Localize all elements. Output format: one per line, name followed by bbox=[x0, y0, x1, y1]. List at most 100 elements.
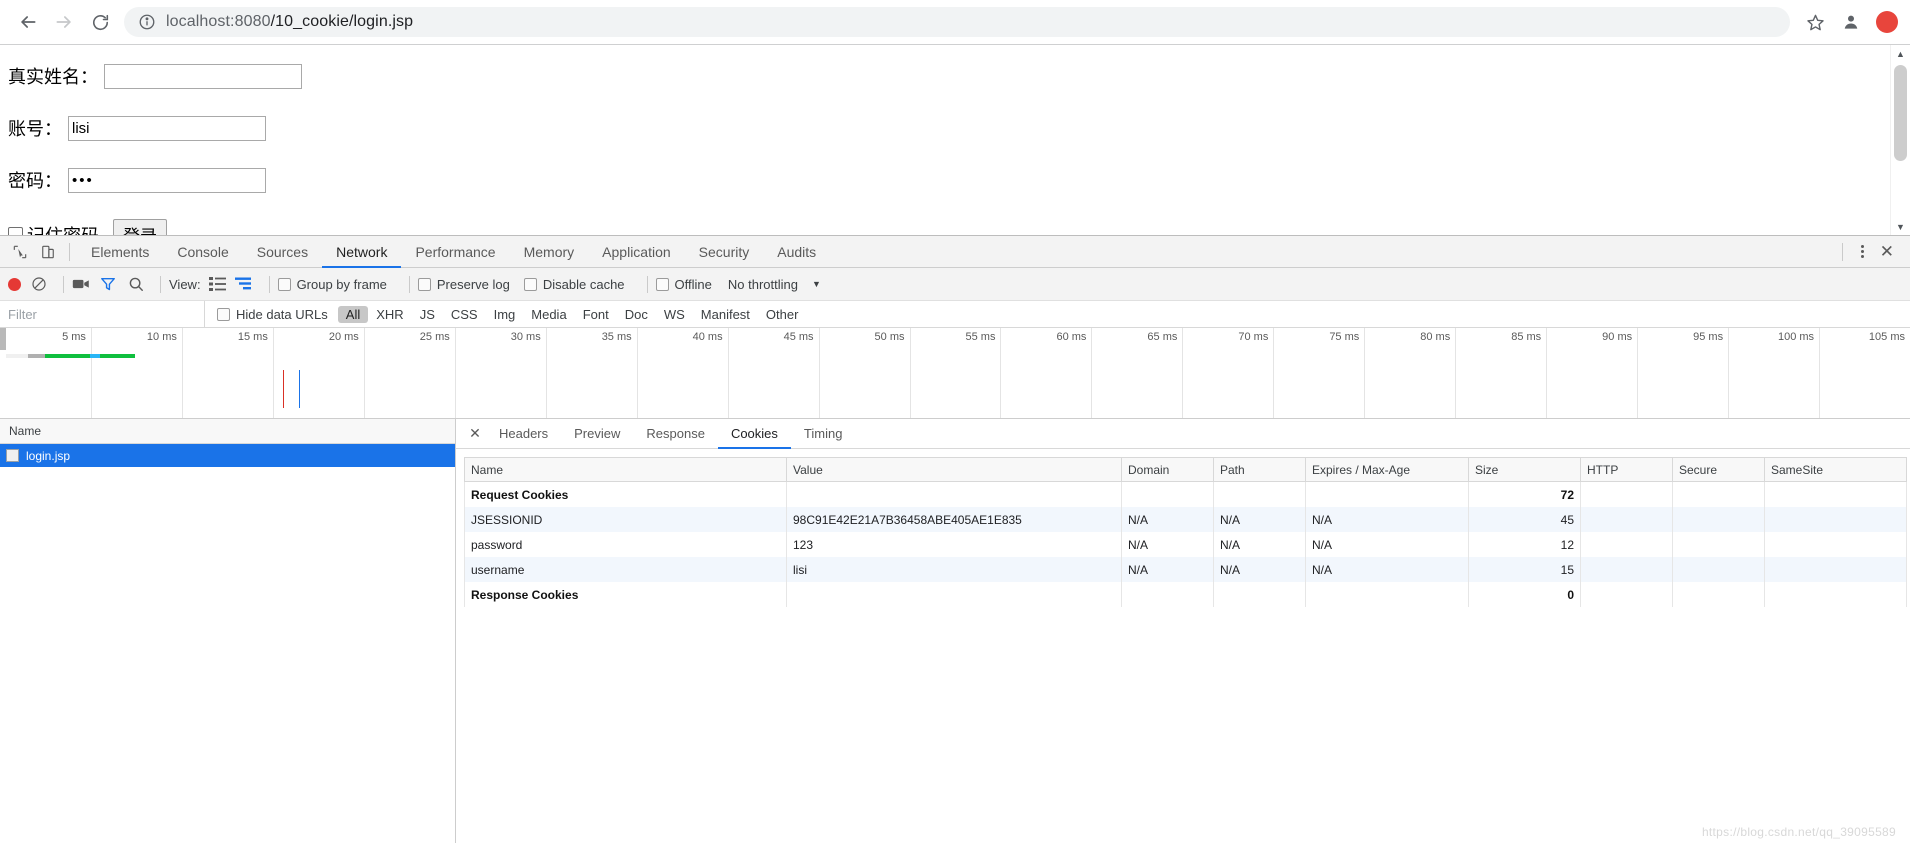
request-row-login-jsp[interactable]: login.jsp bbox=[0, 444, 455, 467]
cookie-table-row[interactable]: JSESSIONID 98C91E42E21A7B36458ABE405AE1E8… bbox=[464, 507, 1907, 532]
tab-elements[interactable]: Elements bbox=[77, 236, 163, 268]
timeline-tick-label: 100 ms bbox=[1777, 331, 1815, 343]
column-header-secure[interactable]: Secure bbox=[1672, 457, 1765, 482]
group-by-frame-checkbox[interactable] bbox=[277, 277, 291, 291]
tab-sources[interactable]: Sources bbox=[243, 236, 322, 268]
cookie-cell-name: Response Cookies bbox=[464, 582, 787, 607]
waterfall-view-icon[interactable] bbox=[234, 276, 253, 292]
type-filter-other[interactable]: Other bbox=[758, 306, 807, 323]
hide-data-urls-option[interactable]: Hide data URLs bbox=[217, 307, 328, 322]
detail-tab-timing[interactable]: Timing bbox=[791, 419, 856, 449]
extension-badge-icon[interactable] bbox=[1876, 11, 1898, 33]
disable-cache-option[interactable]: Disable cache bbox=[523, 277, 625, 292]
column-header-http[interactable]: HTTP bbox=[1580, 457, 1673, 482]
disable-cache-checkbox[interactable] bbox=[523, 277, 537, 291]
detail-tab-response[interactable]: Response bbox=[633, 419, 718, 449]
type-filter-all[interactable]: All bbox=[337, 305, 369, 323]
type-filter-manifest[interactable]: Manifest bbox=[693, 306, 758, 323]
cookies-table: Name Value Domain Path Expires / Max-Age… bbox=[464, 457, 1907, 607]
scrollbar-thumb[interactable] bbox=[1894, 65, 1907, 161]
bookmark-button[interactable] bbox=[1798, 5, 1832, 39]
tab-console[interactable]: Console bbox=[163, 236, 242, 268]
type-filter-css[interactable]: CSS bbox=[443, 306, 486, 323]
clear-network-log-button[interactable] bbox=[31, 276, 47, 292]
inspect-element-button[interactable] bbox=[6, 239, 34, 265]
record-network-log-button[interactable] bbox=[8, 277, 21, 291]
scroll-up-arrow-icon[interactable]: ▲ bbox=[1891, 45, 1910, 62]
tab-audits[interactable]: Audits bbox=[763, 236, 830, 268]
remember-password-checkbox[interactable] bbox=[8, 227, 23, 235]
tab-security[interactable]: Security bbox=[685, 236, 764, 268]
timeline-tick-label: 85 ms bbox=[1511, 331, 1542, 343]
cookie-table-row[interactable]: Response Cookies 0 bbox=[464, 582, 1907, 607]
tab-memory[interactable]: Memory bbox=[510, 236, 589, 268]
timeline-gridline bbox=[272, 328, 274, 418]
arrow-left-icon bbox=[21, 16, 36, 28]
group-by-frame-option[interactable]: Group by frame bbox=[277, 277, 387, 292]
hide-data-urls-checkbox[interactable] bbox=[217, 307, 230, 321]
type-filter-font[interactable]: Font bbox=[575, 306, 617, 323]
column-header-domain[interactable]: Domain bbox=[1121, 457, 1214, 482]
page-scrollbar[interactable]: ▲ ▼ bbox=[1890, 45, 1910, 235]
cookie-table-row[interactable]: username lisi N/A N/A N/A 15 bbox=[464, 557, 1907, 582]
tab-application[interactable]: Application bbox=[588, 236, 685, 268]
type-filter-doc[interactable]: Doc bbox=[617, 306, 656, 323]
type-filter-media[interactable]: Media bbox=[523, 306, 574, 323]
toggle-device-toolbar-button[interactable] bbox=[34, 239, 62, 265]
type-filter-xhr[interactable]: XHR bbox=[368, 306, 411, 323]
preserve-log-checkbox[interactable] bbox=[417, 277, 431, 291]
timeline-gridline bbox=[1364, 328, 1366, 418]
cookie-table-row[interactable]: Request Cookies 72 bbox=[464, 481, 1907, 507]
list-view-icon[interactable] bbox=[208, 276, 227, 292]
column-header-samesite[interactable]: SameSite bbox=[1764, 457, 1907, 482]
column-header-value[interactable]: Value bbox=[786, 457, 1122, 482]
timeline-tick-label: 5 ms bbox=[62, 331, 86, 343]
device-toggle-icon bbox=[42, 245, 54, 258]
reload-button[interactable] bbox=[82, 4, 118, 40]
detail-close-button[interactable]: ✕ bbox=[464, 425, 486, 442]
password-input[interactable] bbox=[68, 167, 266, 193]
tabbar-divider bbox=[1841, 242, 1843, 261]
type-filter-img[interactable]: Img bbox=[486, 306, 524, 323]
account-input[interactable] bbox=[68, 115, 266, 141]
scroll-down-arrow-icon[interactable]: ▼ bbox=[1891, 218, 1910, 235]
type-filter-js[interactable]: JS bbox=[412, 306, 443, 323]
type-filter-ws[interactable]: WS bbox=[656, 306, 693, 323]
column-header-expires[interactable]: Expires / Max-Age bbox=[1305, 457, 1469, 482]
document-icon bbox=[6, 449, 19, 462]
detail-tab-cookies[interactable]: Cookies bbox=[717, 419, 791, 449]
throttling-select[interactable]: No throttling ▼ bbox=[728, 277, 821, 292]
devtools-close-button[interactable]: ✕ bbox=[1872, 243, 1902, 260]
address-bar[interactable]: localhost:8080/10_cookie/login.jsp bbox=[124, 7, 1790, 37]
detail-tab-preview[interactable]: Preview bbox=[561, 419, 633, 449]
forward-button[interactable] bbox=[46, 4, 82, 40]
offline-checkbox[interactable] bbox=[655, 277, 669, 291]
tab-network[interactable]: Network bbox=[322, 236, 402, 268]
timeline-tick-label: 70 ms bbox=[1238, 331, 1269, 343]
toolbar-divider bbox=[160, 275, 161, 293]
filter-toggle-button[interactable] bbox=[100, 276, 116, 292]
timeline-tick-label: 30 ms bbox=[510, 331, 541, 343]
profile-button[interactable] bbox=[1834, 5, 1868, 39]
devtools-panel: Elements Console Sources Network Perform… bbox=[0, 235, 1910, 843]
column-header-size[interactable]: Size bbox=[1468, 457, 1581, 482]
network-overview-timeline[interactable]: 5 ms 10 ms 15 ms 20 ms 25 ms 30 ms 35 ms 40 ms 4… bbox=[0, 328, 1910, 419]
timeline-tick-label: 65 ms bbox=[1147, 331, 1178, 343]
offline-option[interactable]: Offline bbox=[655, 277, 712, 292]
column-header-name[interactable]: Name bbox=[464, 457, 787, 482]
filter-input[interactable] bbox=[0, 301, 205, 327]
page-viewport: 真实姓名： 账号： 密码： 记住密码 登录 ▲ ▼ bbox=[0, 45, 1910, 235]
devtools-more-options-button[interactable] bbox=[1853, 245, 1872, 258]
realname-input[interactable] bbox=[104, 63, 302, 89]
column-header-path[interactable]: Path bbox=[1213, 457, 1306, 482]
capture-screenshots-button[interactable] bbox=[72, 276, 90, 292]
login-submit-button[interactable]: 登录 bbox=[113, 219, 167, 235]
request-detail-pane: ✕ Headers Preview Response Cookies Timin… bbox=[456, 419, 1910, 843]
timeline-gridline bbox=[1546, 328, 1548, 418]
cookie-table-row[interactable]: password 123 N/A N/A N/A 12 bbox=[464, 532, 1907, 557]
preserve-log-option[interactable]: Preserve log bbox=[417, 277, 510, 292]
search-icon[interactable] bbox=[128, 276, 144, 292]
detail-tab-headers[interactable]: Headers bbox=[486, 419, 561, 449]
tab-performance[interactable]: Performance bbox=[401, 236, 509, 268]
back-button[interactable] bbox=[10, 4, 46, 40]
